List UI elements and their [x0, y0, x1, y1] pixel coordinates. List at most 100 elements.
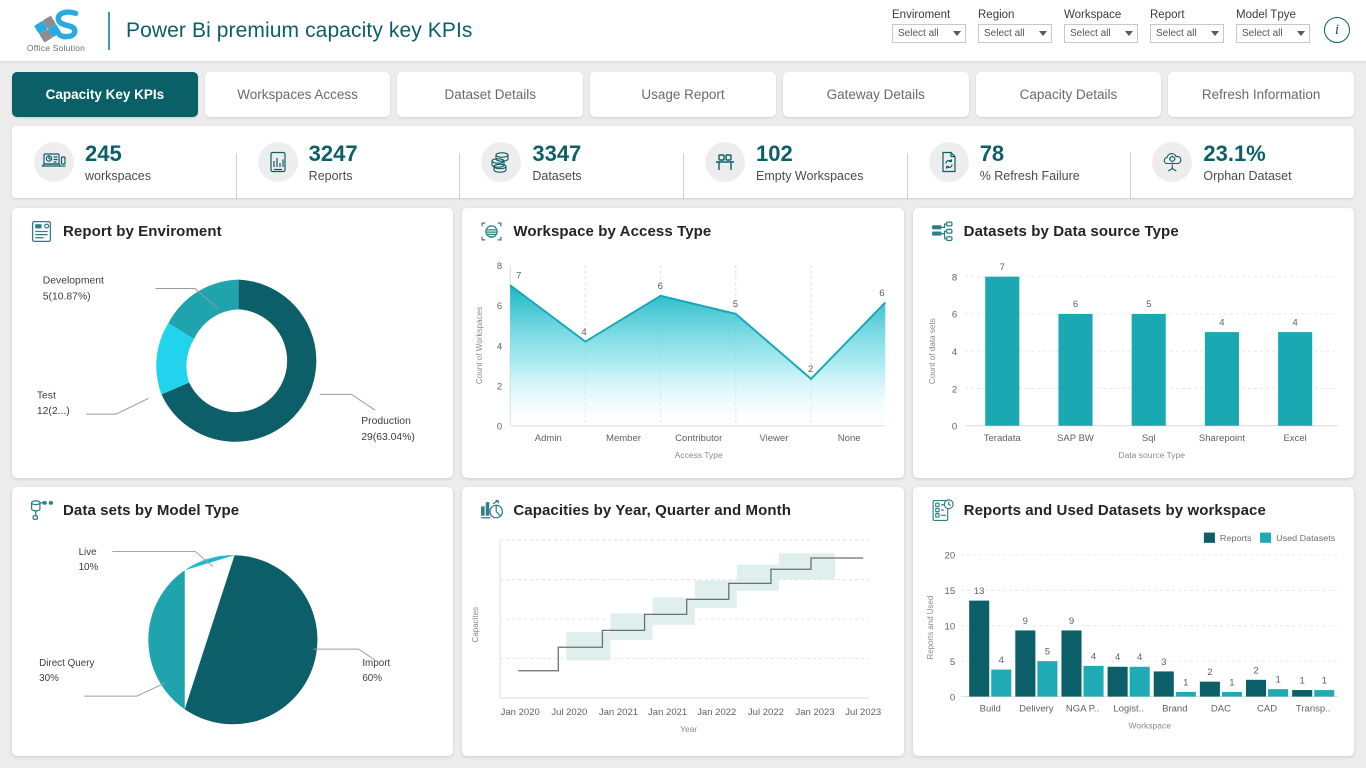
- visual-workspace-by-access-type[interactable]: Workspace by Access Type: [462, 208, 903, 478]
- bar-used-logistics[interactable]: [1129, 666, 1149, 696]
- bar-label: 5: [1146, 299, 1151, 309]
- x-tick: Build: [979, 703, 1000, 713]
- x-tick: Teradata: [983, 433, 1021, 443]
- x-tick: Jan 2020: [501, 707, 540, 717]
- visual-reports-and-used-datasets-by-workspace[interactable]: Reports and Used Datasets by workspace R…: [913, 487, 1354, 757]
- slicer-label: Report: [1150, 9, 1224, 21]
- bar-used-dac[interactable]: [1222, 691, 1242, 696]
- refresh-document-icon: [929, 142, 969, 182]
- y-tick: 5: [949, 657, 954, 667]
- slicer-report[interactable]: Report Select all: [1150, 9, 1224, 43]
- y-tick: 2: [497, 382, 502, 392]
- y-tick: 15: [944, 586, 955, 596]
- visual-datasets-by-data-source-type[interactable]: Datasets by Data source Type 8 6 4 2 0: [913, 208, 1354, 478]
- leader-line: [320, 394, 375, 410]
- bar-reports-transport[interactable]: [1292, 690, 1312, 697]
- visual-data-sets-by-model-type[interactable]: Data sets by Model Type Live 10% Direct …: [12, 487, 453, 757]
- y-tick: 8: [497, 261, 502, 271]
- donut-label-production-name: Production: [361, 416, 411, 427]
- slicer-dropdown[interactable]: Select all: [1236, 24, 1310, 43]
- slicer-value: Select all: [898, 28, 939, 39]
- legend-swatch-reports[interactable]: [1204, 532, 1215, 542]
- bar-reports-brand[interactable]: [1153, 671, 1173, 696]
- legend-swatch-used-datasets[interactable]: [1260, 532, 1271, 542]
- x-axis-title: Access Type: [675, 450, 723, 460]
- y-tick: 8: [951, 273, 956, 283]
- bar-used-brand[interactable]: [1175, 691, 1195, 696]
- kpi-empty-workspaces[interactable]: 102 Empty Workspaces: [683, 141, 907, 184]
- tab-refresh-information[interactable]: Refresh Information: [1168, 72, 1354, 117]
- tab-dataset-details[interactable]: Dataset Details: [397, 72, 583, 117]
- bar-label: 1: [1275, 674, 1280, 684]
- tab-usage-report[interactable]: Usage Report: [590, 72, 776, 117]
- bar-used-delivery[interactable]: [1037, 661, 1057, 696]
- bar-label: 1: [1299, 675, 1304, 685]
- x-tick: Logist..: [1113, 703, 1144, 713]
- slicer-model-tpye[interactable]: Model Tpye Select all: [1236, 9, 1310, 43]
- bar-used-transport[interactable]: [1314, 690, 1334, 697]
- slicer-dropdown[interactable]: Select all: [978, 24, 1052, 43]
- donut-label-test-value: 12(2...): [37, 406, 70, 417]
- slicer-dropdown[interactable]: Select all: [1150, 24, 1224, 43]
- database-stack-icon: [481, 142, 521, 182]
- bar-used-cad[interactable]: [1268, 689, 1288, 696]
- bar-sharepoint[interactable]: [1205, 332, 1239, 426]
- tab-gateway-details[interactable]: Gateway Details: [783, 72, 969, 117]
- bar-sql[interactable]: [1131, 314, 1165, 426]
- bar-used-nga[interactable]: [1083, 665, 1103, 696]
- chevron-down-icon: [1297, 31, 1305, 36]
- kpi-reports[interactable]: 3247 Reports: [236, 141, 460, 184]
- bar-excel[interactable]: [1278, 332, 1312, 426]
- x-tick: Jul 2022: [748, 707, 784, 717]
- tab-bar: Capacity Key KPIs Workspaces Access Data…: [12, 72, 1354, 117]
- bar-label: 2: [1253, 665, 1258, 675]
- kpi-value: 102: [756, 141, 863, 166]
- tab-capacity-key-kpis[interactable]: Capacity Key KPIs: [12, 72, 198, 117]
- bar-reports-dac[interactable]: [1200, 681, 1220, 696]
- card-title: Datasets by Data source Type: [964, 223, 1179, 240]
- pie-slice-live[interactable]: [185, 555, 235, 570]
- slicer-enviroment[interactable]: Enviroment Select all: [892, 9, 966, 43]
- x-tick: None: [838, 433, 861, 443]
- kpi-workspaces[interactable]: 245 workspaces: [12, 141, 236, 184]
- bar-reports-nga[interactable]: [1061, 630, 1081, 696]
- x-tick: DAC: [1211, 703, 1231, 713]
- empty-desk-icon: [705, 142, 745, 182]
- leader-line: [86, 398, 148, 414]
- bar-label: 2: [1207, 667, 1212, 677]
- slicer-workspace[interactable]: Workspace Select all: [1064, 9, 1138, 43]
- bar-reports-build[interactable]: [969, 600, 989, 696]
- info-icon[interactable]: i: [1324, 17, 1350, 43]
- chevron-down-icon: [1039, 31, 1047, 36]
- x-tick: Jan 2023: [796, 707, 835, 717]
- point-label: 5: [733, 299, 738, 309]
- kpi-orphan-dataset[interactable]: 23.1% Orphan Dataset: [1130, 141, 1354, 184]
- visuals-grid: Report by Enviroment Development 5(10.87…: [12, 208, 1354, 756]
- visual-report-by-enviroment[interactable]: Report by Enviroment Development 5(10.87…: [12, 208, 453, 478]
- info-glyph: i: [1335, 22, 1339, 39]
- visual-capacities-by-year-quarter-month[interactable]: Capacities by Year, Quarter and Month Ca…: [462, 487, 903, 757]
- bar-sap-bw[interactable]: [1058, 314, 1092, 426]
- slicer-region[interactable]: Region Select all: [978, 9, 1052, 43]
- kpi-value: 245: [85, 141, 151, 166]
- bar-reports-logistics[interactable]: [1107, 666, 1127, 696]
- tab-capacity-details[interactable]: Capacity Details: [976, 72, 1162, 117]
- report-tablet-icon: [258, 142, 298, 182]
- bar-teradata[interactable]: [985, 277, 1019, 426]
- bar-used-build[interactable]: [991, 669, 1011, 696]
- slicer-dropdown[interactable]: Select all: [892, 24, 966, 43]
- tab-workspaces-access[interactable]: Workspaces Access: [205, 72, 391, 117]
- y-tick: 2: [951, 384, 956, 394]
- pie-slice-import[interactable]: [185, 555, 318, 724]
- bar-label: 9: [1068, 616, 1073, 626]
- kpi-caption: Reports: [309, 169, 358, 183]
- bar-reports-delivery[interactable]: [1015, 630, 1035, 696]
- slicer-dropdown[interactable]: Select all: [1064, 24, 1138, 43]
- bar-reports-cad[interactable]: [1246, 679, 1266, 696]
- kpi-refresh-failure[interactable]: 78 % Refresh Failure: [907, 141, 1131, 184]
- kpi-value: 3247: [309, 141, 358, 166]
- chevron-down-icon: [1125, 31, 1133, 36]
- x-tick: Sharepoint: [1199, 433, 1245, 443]
- kpi-datasets[interactable]: 3347 Datasets: [459, 141, 683, 184]
- card-title: Data sets by Model Type: [63, 502, 239, 519]
